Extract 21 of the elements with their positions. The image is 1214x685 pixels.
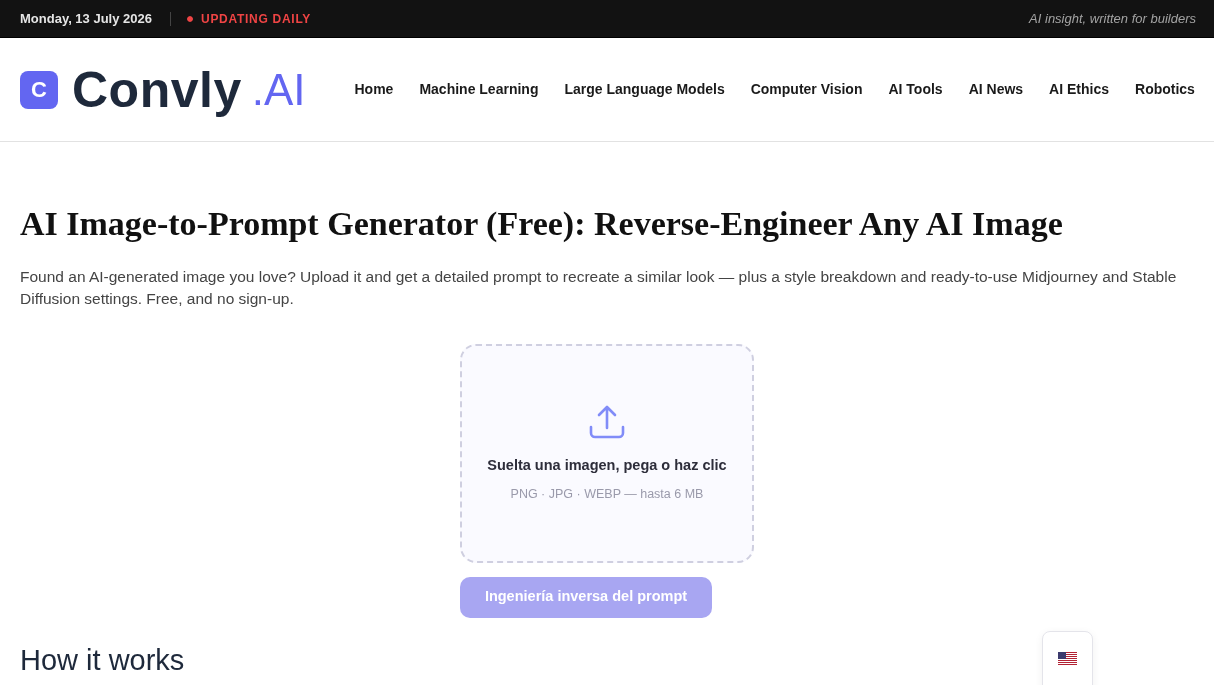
page-title: AI Image-to-Prompt Generator (Free): Reverse-Engineer Any AI Image — [20, 204, 1064, 244]
flag-icon — [1058, 652, 1077, 665]
live-dot-icon — [187, 15, 193, 22]
nav-link[interactable]: AI Tools — [888, 79, 943, 100]
section-heading: How it works — [20, 642, 185, 678]
date-text: Monday, 13 July 2026 — [20, 9, 152, 28]
nav-link[interactable]: Machine Learning — [419, 79, 539, 100]
tagline-text: AI insight, written for builders — [1029, 9, 1196, 28]
language-switcher[interactable] — [1042, 631, 1093, 685]
nav-link[interactable]: Robotics — [1135, 79, 1195, 100]
live-label: UPDATING DAILY — [201, 10, 312, 28]
dropzone-hint: PNG · JPG · WEBP — hasta 6 MB — [510, 485, 704, 503]
nav-link[interactable]: AI News — [968, 79, 1024, 100]
dropzone-title: Suelta una imagen, pega o haz clic — [487, 456, 727, 476]
nav-link[interactable]: Computer Vision — [750, 79, 863, 100]
intro-paragraph: Found an AI-generated image you love? Upload it and get a detailed prompt to recreate a similar look — plus a style breakdown and ready-to-use Midjourney and Stable Diffusion settings. Free, and no sign-up. — [20, 266, 1178, 309]
nav-link[interactable]: AI Ethics — [1049, 79, 1109, 100]
site-logo[interactable]: C Convly .AI — [20, 64, 306, 115]
upload-dropzone[interactable]: Suelta una imagen, pega o haz clic PNG · JPG · WEBP — hasta 6 MB — [460, 343, 754, 563]
nav-link[interactable]: Home — [354, 79, 394, 100]
nav-link[interactable]: Large Language Models — [564, 79, 725, 100]
